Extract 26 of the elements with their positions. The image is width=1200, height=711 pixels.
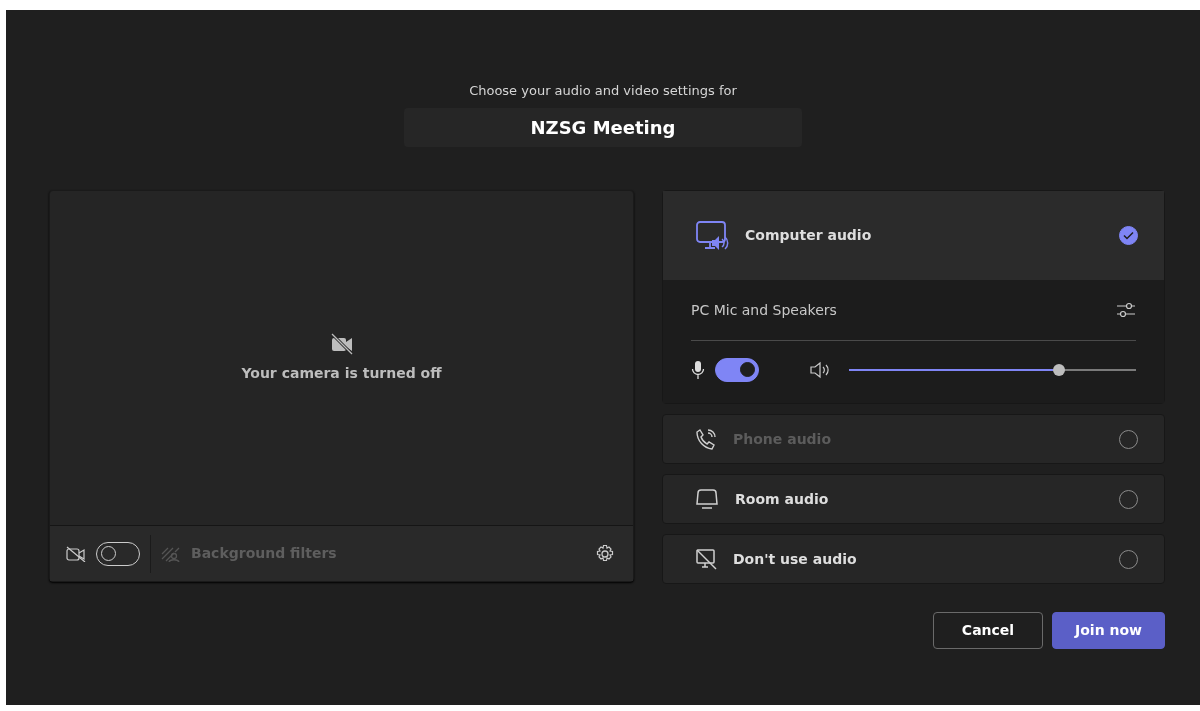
microphone-icon [691,360,705,380]
camera-status: Your camera is turned off [241,363,442,383]
background-filters-icon [161,545,181,562]
check-icon [1123,231,1134,240]
option-label: Room audio [735,489,830,509]
camera-off-icon [66,545,86,562]
meeting-title: NZSG Meeting [404,108,802,147]
settings-sliders-icon[interactable] [1116,301,1136,319]
speaker-icon [809,361,831,379]
option-label: Don't use audio [733,549,858,569]
room-device-icon [695,488,719,510]
device-name: PC Mic and Speakers [691,300,838,320]
cancel-button[interactable]: Cancel [933,612,1043,649]
monitor-off-icon [695,548,717,570]
monitor-speaker-icon [695,219,729,252]
settings-icon[interactable] [595,543,615,564]
phone-icon [695,428,717,450]
audio-option[interactable]: Computer audio PC Mic and Speakers [662,190,1165,404]
radio-button[interactable] [1119,226,1138,245]
option-label: Computer audio [745,226,873,245]
camera-off-icon [329,332,354,355]
microphone-toggle[interactable] [715,358,759,382]
audio-option[interactable]: Room audio [662,474,1165,524]
join-now-button[interactable]: Join now [1052,612,1165,649]
audio-option[interactable]: Don't use audio [662,534,1165,584]
subtitle: Choose your audio and video settings for [468,82,738,100]
